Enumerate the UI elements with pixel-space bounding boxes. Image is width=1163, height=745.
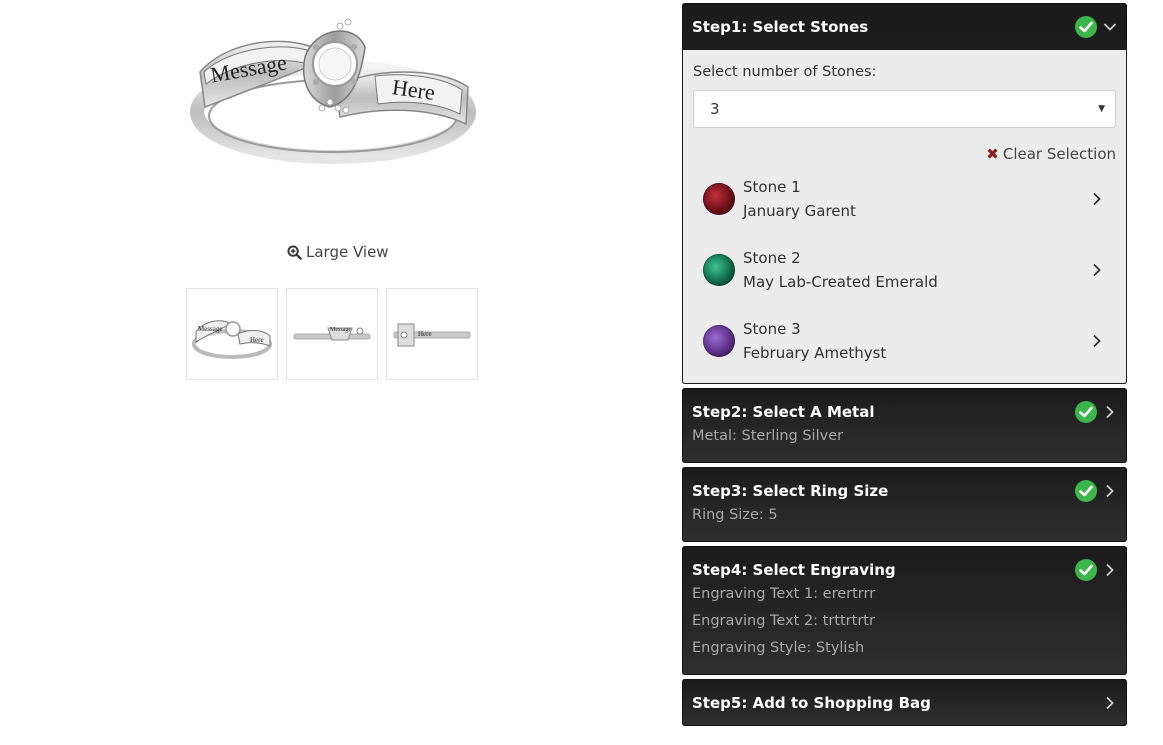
product-main-image[interactable]: Message Here (190, 12, 480, 167)
engraving-style-summary: Engraving Style: Stylish (692, 640, 865, 656)
svg-text:Here: Here (250, 336, 264, 344)
stone-row-1[interactable]: Stone 1 January Garent (693, 163, 1116, 234)
emerald-gem-icon (703, 253, 735, 286)
stone-row-3[interactable]: Stone 3 February Amethyst (693, 305, 1116, 376)
stone-gem-name: January Garent (743, 201, 856, 220)
thumbnail-side[interactable]: Message (286, 288, 378, 380)
engraving-text-1-summary: Engraving Text 1: erertrrr (692, 586, 876, 602)
step-1-title: Step1: Select Stones (692, 17, 869, 36)
large-view-link[interactable]: Large View (287, 243, 389, 261)
chevron-down-icon (1103, 20, 1117, 34)
garnet-gem-icon (703, 182, 735, 215)
chevron-right-icon (1090, 263, 1104, 277)
step-2-title: Step2: Select A Metal (692, 402, 875, 421)
amethyst-gem-icon (703, 324, 735, 357)
step-3-title: Step3: Select Ring Size (692, 481, 889, 500)
stone-name: Stone 3 (743, 319, 801, 338)
svg-text:Message: Message (330, 327, 351, 333)
chevron-right-icon (1090, 334, 1104, 348)
engraving-text-2-summary: Engraving Text 2: trttrtrtr (692, 613, 875, 629)
chevron-right-icon (1103, 696, 1117, 710)
clear-selection-label: Clear Selection (1002, 145, 1116, 163)
chevron-right-icon (1103, 484, 1117, 498)
ring-size-summary: Ring Size: 5 (692, 507, 778, 523)
metal-summary: Metal: Sterling Silver (692, 428, 844, 444)
check-circle-icon (1075, 479, 1097, 502)
stone-count-label: Select number of Stones: (693, 64, 877, 80)
step-1-body: Select number of Stones: 3 ▼ ✖ Clear Sele… (682, 50, 1127, 384)
stone-count-value: 3 (710, 100, 720, 118)
svg-text:Here: Here (418, 330, 432, 338)
thumbnail-angle[interactable]: Here (386, 288, 478, 380)
step-5-add-to-bag[interactable]: Step5: Add to Shopping Bag (682, 679, 1127, 726)
step-1-select-stones: Step1: Select Stones Select number of St… (682, 3, 1127, 384)
chevron-right-icon (1103, 405, 1117, 419)
stone-row-2[interactable]: Stone 2 May Lab-Created Emerald (693, 234, 1116, 305)
clear-selection-button[interactable]: ✖ Clear Selection (693, 145, 1116, 163)
chevron-right-icon (1103, 563, 1117, 577)
thumbnail-front[interactable]: Message Here (186, 288, 278, 380)
ring-thumbnail-front: Message Here (192, 320, 272, 359)
step-4-select-engraving[interactable]: Step4: Select Engraving Engraving Text 1… (682, 546, 1127, 675)
thumbnail-strip: Message Here Message Here (186, 288, 478, 380)
check-circle-icon (1075, 558, 1097, 581)
chevron-right-icon (1090, 192, 1104, 206)
step-1-header[interactable]: Step1: Select Stones (682, 3, 1127, 50)
stone-name: Stone 2 (743, 248, 801, 267)
close-icon: ✖ (986, 145, 999, 163)
check-circle-icon (1075, 400, 1097, 423)
zoom-in-icon (287, 244, 302, 260)
step-4-title: Step4: Select Engraving (692, 560, 896, 579)
step-5-title: Step5: Add to Shopping Bag (692, 693, 931, 712)
ring-thumbnail-angle: Here (393, 323, 471, 347)
large-view-label: Large View (306, 243, 389, 261)
stone-gem-name: May Lab-Created Emerald (743, 272, 938, 291)
stone-name: Stone 1 (743, 177, 801, 196)
ring-configurator: Step1: Select Stones Select number of St… (682, 3, 1127, 730)
caret-down-icon: ▼ (1098, 104, 1105, 114)
ring-image: Message Here (190, 18, 476, 164)
step-2-select-metal[interactable]: Step2: Select A Metal Metal: Sterling Si… (682, 388, 1127, 463)
stone-count-select[interactable]: 3 ▼ (693, 90, 1116, 128)
check-circle-icon (1075, 15, 1097, 38)
svg-text:Message: Message (198, 325, 223, 333)
stone-gem-name: February Amethyst (743, 343, 887, 362)
ring-thumbnail-side: Message (293, 327, 371, 341)
step-3-select-ring-size[interactable]: Step3: Select Ring Size Ring Size: 5 (682, 467, 1127, 542)
